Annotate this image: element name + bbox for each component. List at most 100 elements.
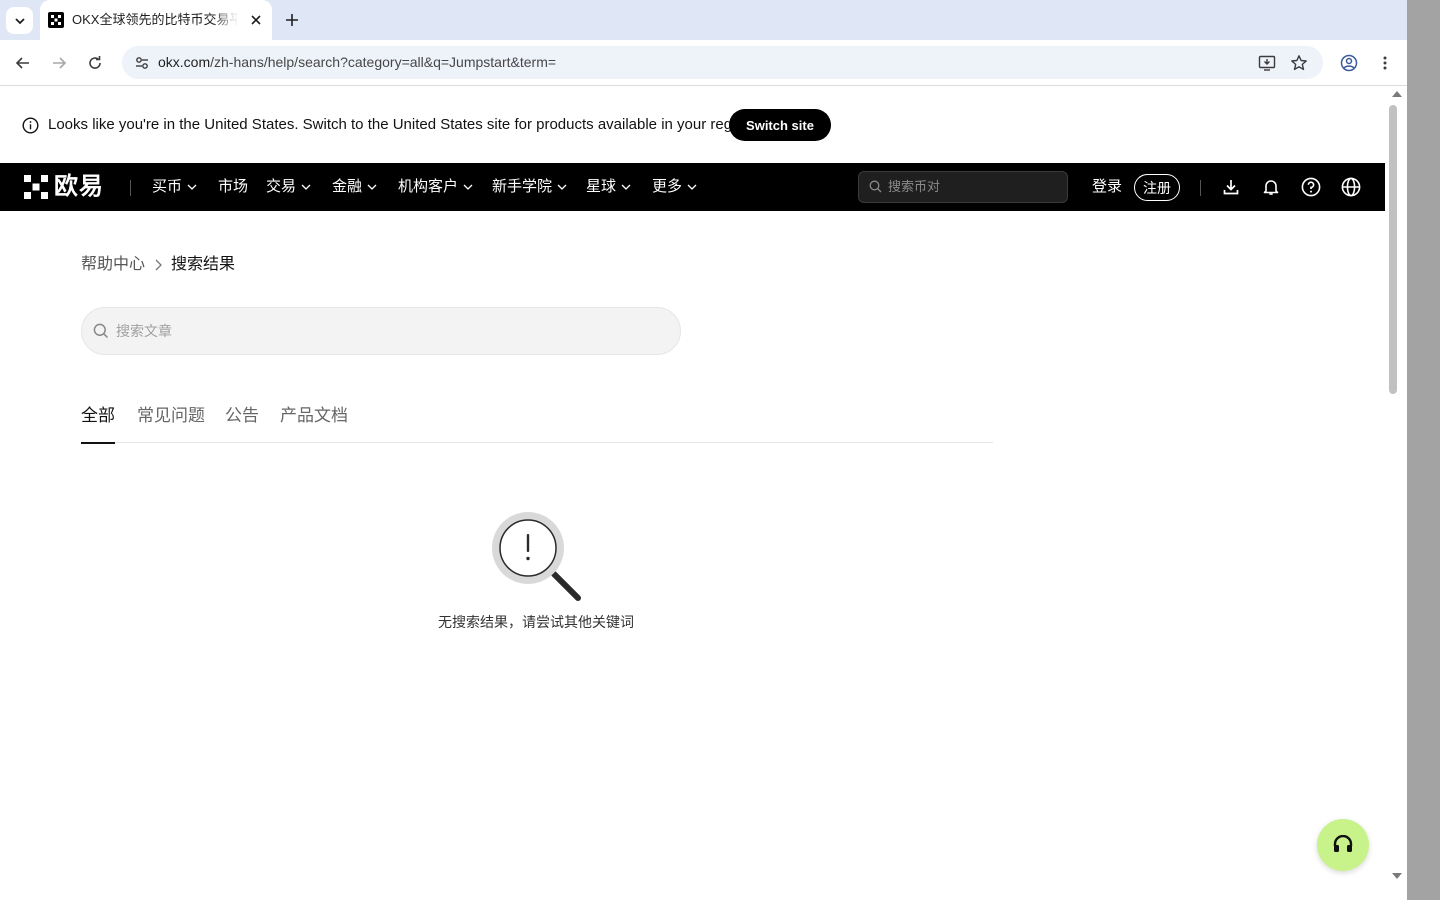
account-circle-icon [1340, 54, 1358, 72]
notifications-button[interactable] [1259, 175, 1283, 199]
okx-logo-icon [24, 175, 48, 199]
nav-item-label: 新手学院 [492, 178, 553, 195]
browser-window: OKX全球领先的比特币交易平台 okx.com/zh-hans/help/sea… [0, 0, 1407, 900]
tab-faq[interactable]: 常见问题 [137, 405, 205, 443]
empty-state-message: 无搜索结果，请尝试其他关键词 [438, 614, 634, 630]
reload-icon [89, 56, 101, 69]
scroll-up-arrow-icon[interactable] [1392, 91, 1402, 97]
chevron-down-icon [367, 184, 377, 190]
pair-search-placeholder: 搜索币对 [888, 179, 941, 194]
arrow-right-icon [53, 57, 67, 69]
download-button[interactable] [1219, 175, 1243, 199]
region-banner-message: Looks like you're in the United States. … [48, 116, 757, 133]
url-host: okx.com [158, 54, 211, 70]
nav-item-markets[interactable]: 市场 [218, 177, 248, 197]
chevron-down-icon [687, 184, 697, 190]
login-link[interactable]: 登录 [1092, 177, 1122, 197]
logo-text: 欧易 [54, 173, 104, 200]
nav-item-label: 交易 [266, 178, 297, 195]
bell-icon [1263, 180, 1279, 195]
article-search [81, 307, 681, 355]
nav-item-trade[interactable]: 交易 [266, 177, 311, 197]
profile-button[interactable] [1335, 49, 1363, 77]
reload-button[interactable] [81, 49, 109, 77]
nav-item-more[interactable]: 更多 [652, 177, 697, 197]
article-search-input[interactable] [116, 320, 656, 342]
nav-divider [1200, 180, 1201, 196]
more-vertical-icon [1383, 56, 1387, 70]
nav-item-label: 金融 [332, 178, 363, 195]
chevron-down-icon [621, 184, 631, 190]
okx-logo[interactable]: 欧易 [24, 175, 104, 199]
tab-title: OKX全球领先的比特币交易平台 [72, 12, 238, 27]
info-icon [22, 117, 39, 134]
main-nav: 欧易 买币 市场 交易 金融 机构客户 新手学院 星球 更多 搜索币对 登录 注… [0, 163, 1385, 211]
tab-product-docs[interactable]: 产品文档 [280, 405, 348, 443]
breadcrumb-help-center[interactable]: 帮助中心 [81, 255, 145, 275]
page-viewport: Looks like you're in the United States. … [0, 87, 1385, 900]
nav-item-finance[interactable]: 金融 [332, 177, 377, 197]
nav-item-label: 更多 [652, 178, 683, 195]
breadcrumb-current: 搜索结果 [171, 256, 236, 273]
tune-icon [136, 57, 148, 69]
install-app-button[interactable] [1253, 49, 1281, 77]
tab-strip: OKX全球领先的比特币交易平台 [0, 0, 1407, 40]
okx-favicon-icon [48, 12, 64, 28]
install-icon [1258, 55, 1276, 71]
switch-site-button[interactable]: Switch site [729, 109, 831, 141]
pair-search-input[interactable]: 搜索币对 [858, 171, 1068, 203]
customer-support-button[interactable] [1317, 819, 1369, 871]
forward-button[interactable] [45, 49, 73, 77]
help-button[interactable] [1299, 175, 1323, 199]
download-icon [1223, 180, 1239, 195]
browser-tab[interactable]: OKX全球领先的比特币交易平台 [40, 0, 272, 40]
bookmark-button[interactable] [1285, 49, 1313, 77]
url-path: /zh-hans/help/search?category=all&q=Jump… [210, 54, 557, 70]
chevron-down-icon [463, 184, 473, 190]
nav-divider [130, 180, 131, 196]
star-icon [1291, 55, 1307, 71]
nav-item-institutional[interactable]: 机构客户 [398, 177, 473, 197]
browser-toolbar: okx.com/zh-hans/help/search?category=all… [0, 40, 1407, 86]
tab-close-button[interactable] [248, 12, 264, 28]
nav-item-label: 星球 [586, 178, 617, 195]
globe-icon [1341, 177, 1361, 197]
no-results-magnifier-icon [492, 512, 581, 601]
breadcrumb: 帮助中心 搜索结果 [81, 255, 235, 275]
region-banner: Looks like you're in the United States. … [0, 87, 1385, 163]
page-scrollbar[interactable] [1385, 87, 1407, 900]
nav-item-planet[interactable]: 星球 [586, 177, 631, 197]
tab-all[interactable]: 全部 [81, 405, 115, 444]
nav-item-label: 机构客户 [398, 178, 459, 195]
scroll-down-arrow-icon[interactable] [1392, 873, 1402, 879]
chevron-down-icon [557, 184, 567, 190]
browser-menu-button[interactable] [1371, 49, 1399, 77]
plus-icon [286, 14, 298, 26]
search-icon [869, 180, 882, 193]
chevron-right-icon [155, 259, 162, 271]
close-icon [251, 15, 261, 25]
register-button[interactable]: 注册 [1134, 174, 1180, 201]
nav-item-label: 市场 [218, 178, 249, 195]
tab-announcements[interactable]: 公告 [225, 405, 259, 443]
chevron-down-icon [301, 184, 311, 190]
search-icon [93, 323, 109, 339]
site-info-button[interactable] [128, 49, 156, 77]
back-button[interactable] [9, 49, 37, 77]
category-tabs: 全部 常见问题 公告 产品文档 [81, 405, 993, 444]
address-bar[interactable]: okx.com/zh-hans/help/search?category=all… [122, 46, 1323, 79]
headset-icon [1333, 835, 1353, 852]
new-tab-button[interactable] [280, 8, 304, 32]
language-button[interactable] [1339, 175, 1363, 199]
nav-item-label: 买币 [152, 178, 183, 195]
scroll-thumb[interactable] [1389, 105, 1397, 394]
tab-search-button[interactable] [6, 7, 33, 34]
help-circle-icon [1301, 177, 1321, 197]
nav-item-academy[interactable]: 新手学院 [492, 177, 567, 197]
url-text[interactable]: okx.com/zh-hans/help/search?category=all… [158, 54, 556, 71]
desktop-background [1407, 0, 1440, 900]
chevron-down-icon [14, 17, 25, 24]
chevron-down-icon [187, 184, 197, 190]
arrow-left-icon [15, 57, 29, 69]
nav-item-buy-crypto[interactable]: 买币 [152, 177, 197, 197]
